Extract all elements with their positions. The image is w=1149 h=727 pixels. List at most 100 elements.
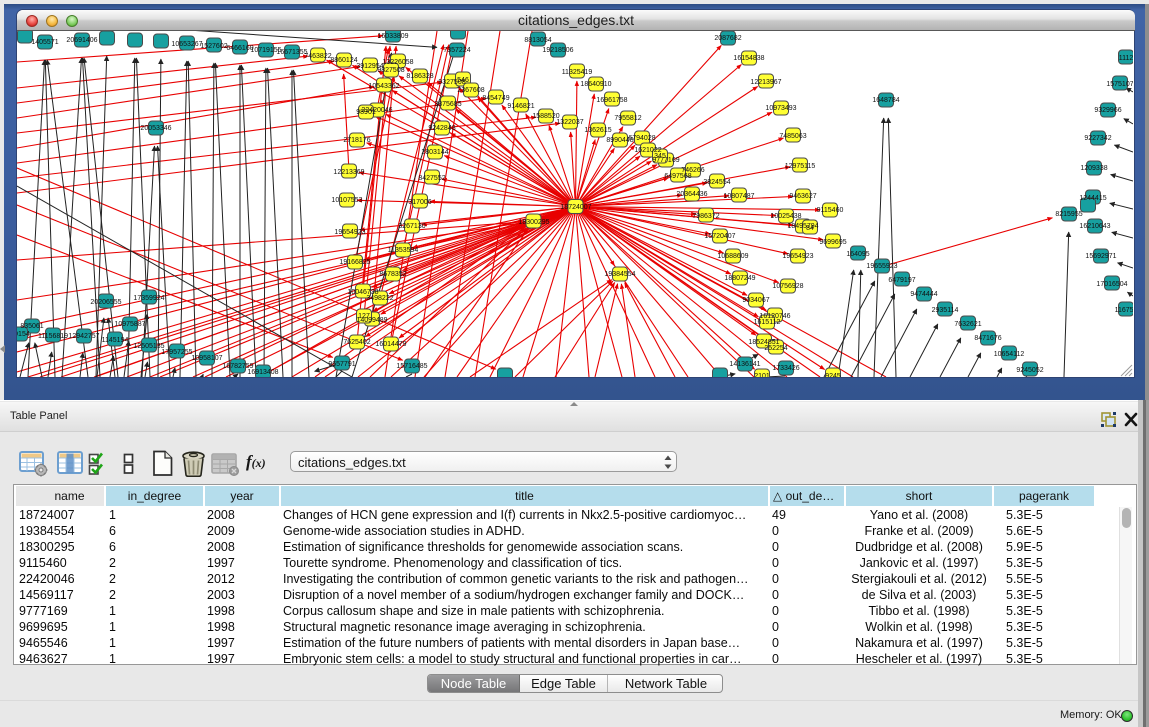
svg-text:19218506: 19218506: [542, 47, 573, 54]
svg-text:10653267: 10653267: [171, 41, 202, 48]
svg-text:7463822: 7463822: [304, 53, 331, 60]
svg-text:1209338: 1209338: [1080, 165, 1107, 172]
svg-text:1112: 1112: [1119, 55, 1133, 62]
svg-text:20206555: 20206555: [90, 299, 121, 306]
svg-text:15716485: 15716485: [396, 363, 427, 370]
svg-text:9146821: 9146821: [507, 103, 534, 110]
svg-text:546: 546: [457, 77, 469, 84]
svg-text:8454749: 8454749: [482, 95, 509, 102]
svg-text:10688609: 10688609: [717, 253, 748, 260]
svg-text:12505135: 12505135: [133, 343, 164, 350]
svg-text:10654112: 10654112: [994, 351, 1025, 358]
svg-text:3824554: 3824554: [703, 179, 730, 186]
svg-text:18640910: 18640910: [580, 81, 611, 88]
svg-text:18724007: 18724007: [560, 204, 591, 211]
svg-text:10975887: 10975887: [114, 321, 145, 328]
svg-text:2101: 2101: [754, 373, 770, 377]
svg-text:1405571: 1405571: [31, 39, 58, 46]
svg-text:1322037: 1322037: [556, 119, 583, 126]
svg-text:7357224: 7357224: [443, 47, 470, 54]
svg-text:16961758: 16961758: [596, 97, 627, 104]
svg-text:15720407: 15720407: [704, 233, 735, 240]
svg-text:345: 345: [654, 153, 666, 160]
svg-text:18807249: 18807249: [724, 275, 755, 282]
svg-text:20364436: 20364436: [676, 191, 707, 198]
svg-text:3267130: 3267130: [398, 223, 425, 230]
svg-text:17957255: 17957255: [161, 349, 192, 356]
svg-text:252254: 252254: [764, 345, 787, 352]
svg-text:6497568: 6497568: [664, 173, 691, 180]
svg-text:12213369: 12213369: [333, 169, 364, 176]
svg-text:8678352: 8678352: [379, 271, 406, 278]
svg-text:10807487: 10807487: [723, 193, 754, 200]
svg-text:10025438: 10025438: [770, 213, 801, 220]
svg-text:16014479: 16014479: [375, 341, 406, 348]
svg-text:20691406: 20691406: [66, 37, 97, 44]
svg-text:7632621: 7632621: [954, 321, 981, 328]
svg-text:2087682: 2087682: [714, 35, 741, 42]
svg-text:16210643: 16210643: [1079, 223, 1110, 230]
svg-text:17016504: 17016504: [1096, 281, 1127, 288]
svg-text:9115460: 9115460: [817, 207, 844, 214]
svg-text:10756928: 10756928: [772, 283, 803, 290]
svg-text:9245052: 9245052: [1016, 367, 1043, 374]
svg-text:2803144: 2803144: [421, 149, 448, 156]
svg-text:19384554: 19384554: [604, 271, 635, 278]
svg-text:19166825: 19166825: [339, 259, 370, 266]
svg-text:11325419: 11325419: [562, 69, 593, 76]
svg-text:9329966: 9329966: [1094, 107, 1121, 114]
svg-text:1527602: 1527602: [200, 43, 227, 50]
svg-text:17359924: 17359924: [133, 295, 164, 302]
svg-text:10107553: 10107553: [331, 197, 362, 204]
svg-text:16671355: 16671355: [276, 49, 307, 56]
svg-text:18495794: 18495794: [787, 223, 818, 230]
svg-text:2718176: 2718176: [343, 137, 370, 144]
svg-text:6479197: 6479197: [888, 277, 915, 284]
svg-text:1648784: 1648784: [872, 97, 899, 104]
svg-text:16033809: 16033809: [377, 33, 408, 40]
svg-text:12213967: 12213967: [750, 79, 781, 86]
svg-text:19655923: 19655923: [866, 263, 897, 270]
svg-text:14136141: 14136141: [729, 361, 760, 368]
svg-text:11353594: 11353594: [388, 247, 419, 254]
svg-text:3875685: 3875685: [434, 101, 461, 108]
svg-text:1733426: 1733426: [772, 365, 799, 372]
svg-text:9227342: 9227342: [1084, 135, 1111, 142]
svg-text:127: 127: [358, 313, 370, 320]
svg-text:9463627: 9463627: [789, 193, 816, 200]
svg-text:2367608: 2367608: [457, 87, 484, 94]
svg-text:6794028: 6794028: [628, 135, 655, 142]
svg-text:8860124: 8860124: [330, 57, 357, 64]
svg-text:317006: 317006: [408, 199, 431, 206]
svg-text:18300295: 18300295: [518, 219, 549, 226]
svg-text:12942757: 12942757: [68, 333, 99, 340]
svg-text:84: 84: [806, 225, 814, 232]
svg-text:8813054: 8813054: [524, 37, 551, 44]
svg-text:9034067: 9034067: [742, 297, 769, 304]
svg-text:16154838: 16154838: [733, 55, 764, 62]
svg-text:10973493: 10973493: [765, 105, 796, 112]
svg-text:164095: 164095: [846, 251, 869, 258]
svg-text:3498222: 3498222: [366, 295, 393, 302]
svg-text:1575107: 1575107: [1106, 81, 1133, 88]
svg-text:13226058: 13226058: [382, 59, 413, 66]
svg-text:9242848: 9242848: [428, 125, 455, 132]
svg-text:15692971: 15692971: [1085, 253, 1116, 260]
svg-text:8427552: 8427552: [418, 175, 445, 182]
svg-text:8186328: 8186328: [406, 73, 433, 80]
svg-text:19654923: 19654923: [334, 229, 365, 236]
svg-text:7625402: 7625402: [343, 339, 370, 346]
svg-text:8215955: 8215955: [1055, 211, 1082, 218]
svg-text:10543362: 10543362: [368, 83, 399, 90]
svg-text:9699695: 9699695: [819, 239, 846, 246]
svg-text:1362615: 1362615: [584, 127, 611, 134]
svg-text:16913408: 16913408: [247, 369, 278, 376]
svg-text:98901: 98901: [356, 109, 376, 116]
svg-text:9827508: 9827508: [377, 67, 404, 74]
svg-text:19654923: 19654923: [782, 253, 813, 260]
svg-text:11156819: 11156819: [38, 333, 68, 340]
svg-text:7986372: 7986372: [692, 213, 719, 220]
svg-text:116753: 116753: [1115, 307, 1133, 314]
svg-text:835061: 835061: [20, 323, 43, 330]
svg-text:12975115: 12975115: [785, 163, 816, 170]
